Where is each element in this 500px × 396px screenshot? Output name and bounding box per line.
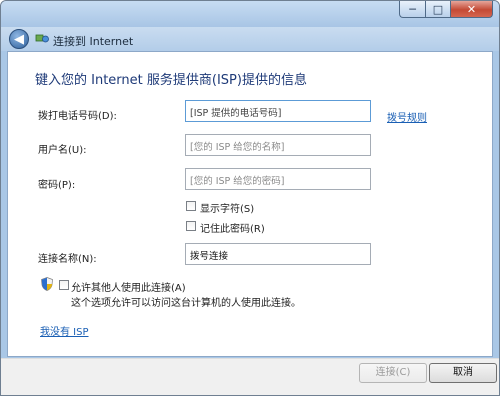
dialog-window: ─ □ ✕ ◀ 连接到 Internet 键入您的 Internet 服务提供商…: [0, 0, 500, 396]
username-label: 用户名(U):: [38, 145, 87, 156]
network-icon: [35, 34, 49, 43]
username-input[interactable]: [您的 ISP 给您的名称]: [185, 134, 371, 156]
uac-shield-icon: [41, 277, 53, 291]
remember-password-checkbox[interactable]: [186, 221, 196, 231]
connection-name-input[interactable]: 拨号连接: [185, 243, 371, 265]
connection-name-label: 连接名称(N):: [38, 254, 97, 265]
dialing-rules-link[interactable]: 拨号规则: [387, 109, 427, 124]
back-arrow-icon[interactable]: ◀: [9, 29, 29, 49]
no-isp-link[interactable]: 我没有 ISP: [40, 323, 89, 338]
close-button[interactable]: ✕: [450, 1, 493, 18]
minimize-icon: ─: [409, 2, 416, 16]
allow-others-checkbox[interactable]: [59, 280, 69, 290]
page-heading: 键入您的 Internet 服务提供商(ISP)提供的信息: [35, 73, 307, 88]
allow-others-note: 这个选项允许可以访问这台计算机的人使用此连接。: [71, 298, 301, 309]
password-input[interactable]: [您的 ISP 给您的密码]: [185, 168, 371, 190]
close-icon: ✕: [466, 2, 477, 16]
navigation-bar: ◀ 连接到 Internet: [1, 27, 499, 51]
cancel-button[interactable]: 取消: [429, 363, 497, 383]
phone-label: 拨打电话号码(D):: [38, 111, 117, 122]
allow-others-label: 允许其他人使用此连接(A): [71, 283, 186, 294]
password-label: 密码(P):: [38, 180, 76, 191]
caption-buttons: ─ □ ✕: [399, 1, 493, 18]
connect-button[interactable]: 连接(C): [359, 363, 427, 383]
show-chars-checkbox[interactable]: [186, 201, 196, 211]
remember-password-label: 记住此密码(R): [200, 224, 265, 235]
phone-number-input[interactable]: [ISP 提供的电话号码]: [185, 100, 371, 122]
minimize-button[interactable]: ─: [399, 1, 425, 18]
title-bar[interactable]: ─ □ ✕: [1, 1, 499, 27]
maximize-button[interactable]: □: [425, 1, 450, 18]
window-title: 连接到 Internet: [53, 35, 134, 48]
show-chars-label: 显示字符(S): [200, 204, 255, 215]
maximize-icon: □: [432, 2, 444, 16]
